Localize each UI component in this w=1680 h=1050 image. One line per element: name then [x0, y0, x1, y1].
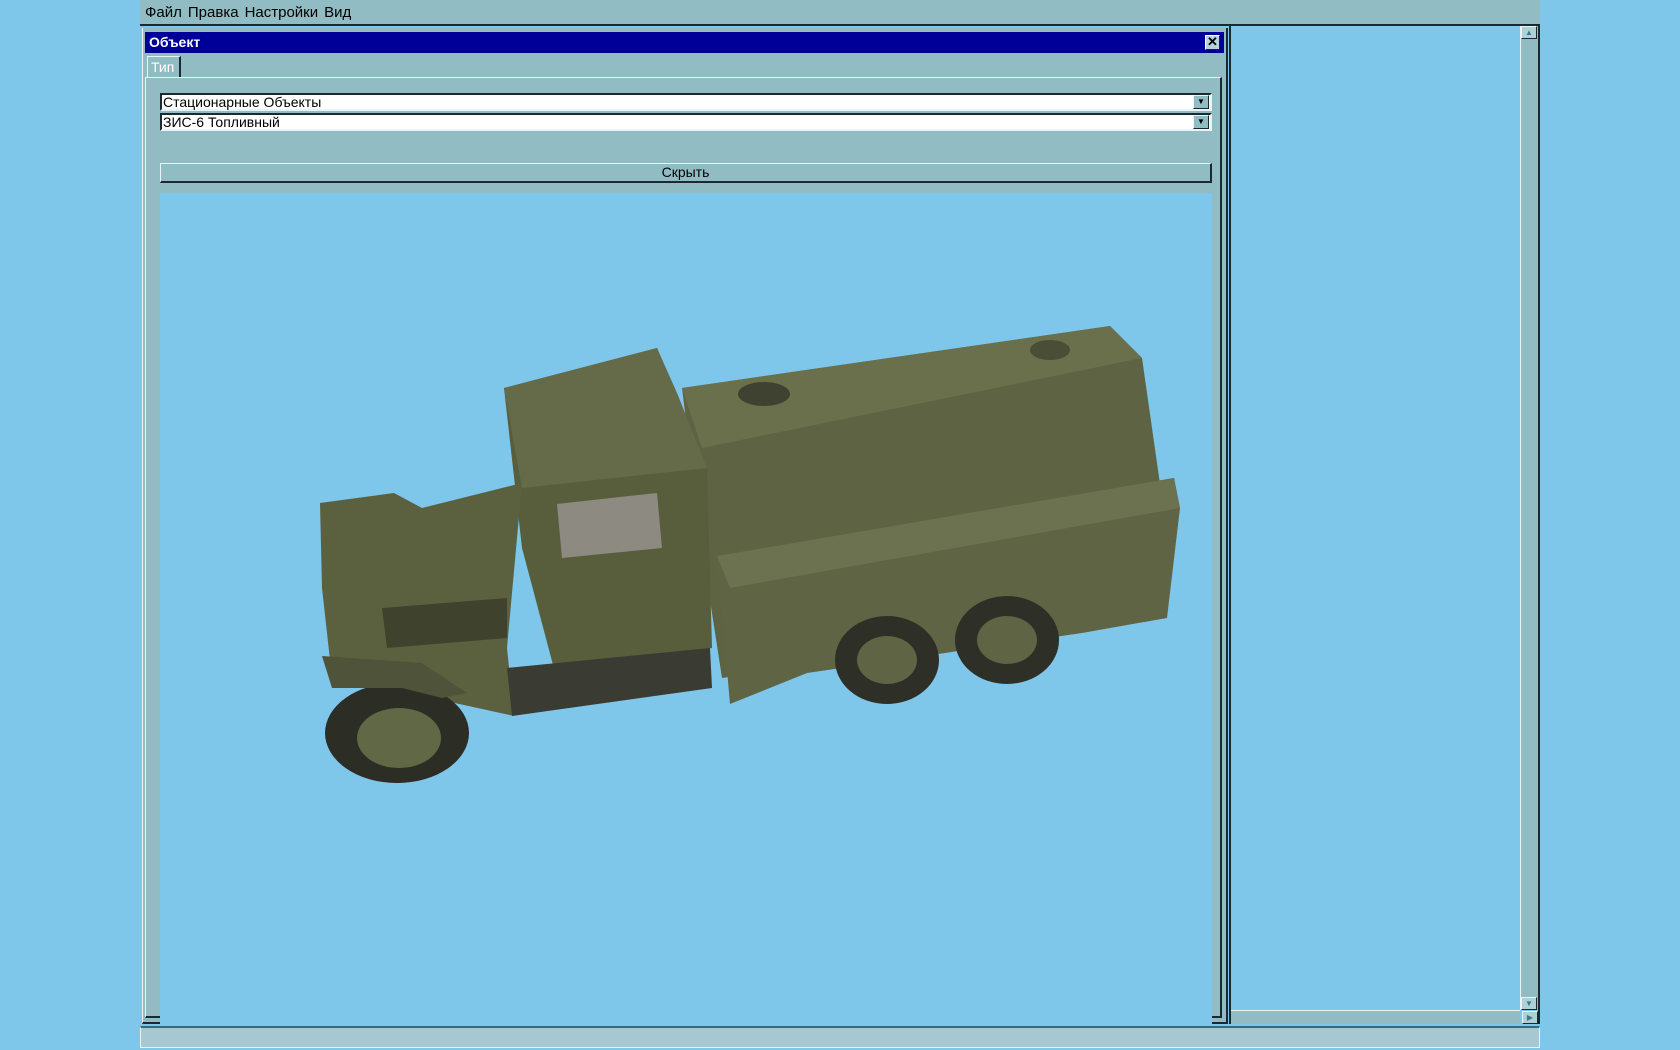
- scroll-up-icon[interactable]: ▲: [1521, 26, 1537, 39]
- window-title: Объект: [149, 34, 201, 50]
- status-bar: [140, 1026, 1540, 1048]
- object-select-value: ЗИС-6 Топливный: [163, 114, 280, 130]
- vertical-scrollbar[interactable]: ▲ ▼: [1520, 26, 1538, 1010]
- truck-model-render: [320, 326, 1180, 783]
- chevron-down-icon[interactable]: ▼: [1193, 115, 1209, 129]
- menu-edit[interactable]: Правка: [188, 4, 239, 21]
- hide-button[interactable]: Скрыть: [160, 163, 1212, 183]
- scroll-right-icon[interactable]: ▶: [1522, 1011, 1538, 1024]
- object-window: Объект ✕ Тип Стационарные Объекты ▼ ЗИС-…: [142, 28, 1228, 1035]
- tab-panel: Стационарные Объекты ▼ ЗИС-6 Топливный ▼…: [145, 77, 1222, 1035]
- chevron-down-icon[interactable]: ▼: [1193, 95, 1209, 109]
- close-icon[interactable]: ✕: [1205, 35, 1220, 50]
- horizontal-scrollbar[interactable]: [1231, 1010, 1520, 1024]
- menu-view[interactable]: Вид: [324, 4, 351, 21]
- category-select-value: Стационарные Объекты: [163, 94, 322, 110]
- side-panel[interactable]: ▲ ▼ ▶: [1229, 26, 1540, 1024]
- menu-file[interactable]: Файл: [145, 4, 182, 21]
- object-select[interactable]: ЗИС-6 Топливный ▼: [160, 113, 1212, 131]
- scroll-down-icon[interactable]: ▼: [1521, 997, 1537, 1010]
- menu-bar: Файл Правка Настройки Вид: [140, 0, 1540, 26]
- tab-type[interactable]: Тип: [147, 56, 181, 78]
- window-titlebar[interactable]: Объект ✕: [145, 32, 1224, 53]
- 3d-preview-viewport[interactable]: [160, 193, 1212, 1035]
- menu-settings[interactable]: Настройки: [245, 4, 319, 21]
- category-select[interactable]: Стационарные Объекты ▼: [160, 93, 1212, 111]
